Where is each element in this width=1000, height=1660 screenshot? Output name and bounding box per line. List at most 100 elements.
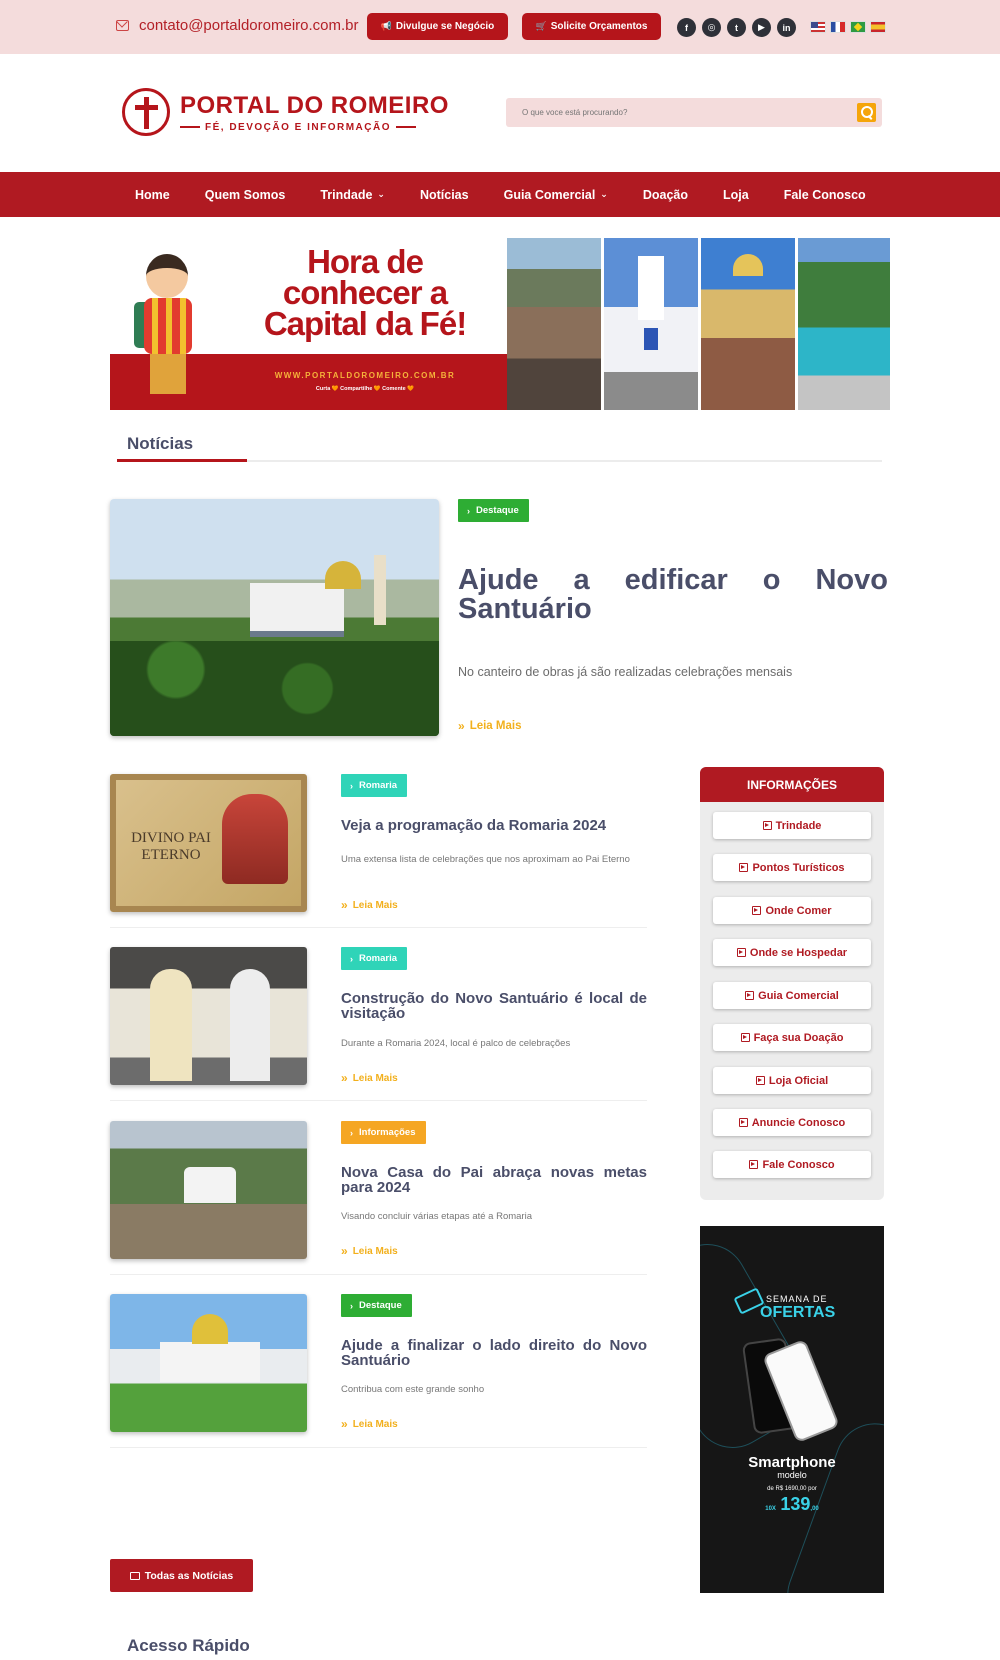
- read-more-link[interactable]: » Leia Mais: [458, 719, 521, 733]
- news-thumbnail[interactable]: [110, 947, 307, 1085]
- search-bar: [506, 98, 882, 127]
- arrow-box-icon: [752, 906, 762, 915]
- read-more-link[interactable]: » Leia Mais: [341, 898, 398, 912]
- nav-item-contact[interactable]: Fale Conosco: [784, 188, 866, 202]
- nav-item-trindade[interactable]: Trindade ⌄: [320, 188, 385, 202]
- featured-title[interactable]: Ajude a edificar o Novo Santuário: [458, 566, 888, 624]
- facebook-icon[interactable]: f: [677, 18, 696, 37]
- flag-french-icon[interactable]: [830, 21, 846, 33]
- read-more-label: Leia Mais: [352, 1072, 398, 1084]
- instagram-icon[interactable]: ◎: [702, 18, 721, 37]
- sidebar-item-label: Anuncie Conosco: [751, 1116, 846, 1129]
- arrow-box-icon: [740, 1033, 750, 1042]
- search-input[interactable]: [506, 98, 846, 127]
- banner-photo-sanctuary: [701, 238, 795, 410]
- banner-headline-line: Hora de: [307, 243, 424, 280]
- chevron-right-icon: ›: [467, 505, 470, 516]
- smartphone-ad[interactable]: SEMANA DE OFERTAS Smartphone modelo de R…: [700, 1226, 884, 1593]
- nav-item-donation[interactable]: Doação: [643, 188, 688, 202]
- all-news-label: Todas as Notícias: [144, 1569, 234, 1582]
- category-badge[interactable]: › Romaria: [341, 947, 408, 970]
- nav-item-business-guide[interactable]: Guia Comercial ⌄: [504, 188, 608, 202]
- ad-price-value: 139: [780, 1494, 811, 1514]
- twitter-icon[interactable]: t: [727, 18, 746, 37]
- chevron-right-icon: ›: [350, 780, 353, 791]
- language-selector: [810, 21, 886, 33]
- nav-label: Fale Conosco: [783, 187, 866, 202]
- sidebar-item-label: Trindade: [775, 819, 822, 832]
- read-more-link[interactable]: » Leia Mais: [341, 1244, 398, 1258]
- site-logo[interactable]: PORTAL DO ROMEIRO FÉ, DEVOÇÃO E INFORMAÇ…: [122, 88, 449, 136]
- banner-photo-crowd: [507, 238, 601, 410]
- news-title[interactable]: Construção do Novo Santuário é local de …: [341, 991, 647, 1021]
- double-chevron-icon: »: [341, 1417, 348, 1431]
- sidebar-item-donate[interactable]: Faça sua Doação: [713, 1024, 871, 1051]
- chevron-right-icon: ›: [350, 1127, 353, 1138]
- banner-headline: Hora de conhecer a Capital da Fé!: [230, 243, 500, 340]
- search-icon[interactable]: [857, 103, 876, 122]
- ad-original-price: de R$ 1690,00 por: [767, 1486, 817, 1492]
- flag-portuguese-icon[interactable]: [850, 21, 866, 33]
- banner-url: WWW.PORTALDOROMEIRO.COM.BR: [274, 371, 456, 380]
- ad-model: modelo: [777, 1470, 807, 1480]
- chevron-down-icon: ⌄: [377, 189, 385, 199]
- chevron-right-icon: ›: [350, 1300, 353, 1311]
- nav-item-news[interactable]: Notícias: [420, 188, 469, 202]
- thumbnail-text: DIVINO PAI ETERNO: [131, 830, 211, 863]
- sidebar-item-business-guide[interactable]: Guia Comercial: [713, 982, 871, 1009]
- news-title[interactable]: Nova Casa do Pai abraça novas metas para…: [341, 1165, 647, 1195]
- double-chevron-icon: »: [341, 1071, 348, 1085]
- section-divider-accent: [117, 459, 247, 462]
- contact-email-text[interactable]: contato@portaldoromeiro.com.br: [139, 17, 359, 34]
- sidebar-item-official-store[interactable]: Loja Oficial: [713, 1067, 871, 1094]
- top-bar: contato@portaldoromeiro.com.br 📢 Divulgu…: [0, 0, 1000, 54]
- request-quote-button[interactable]: 🛒 Solicite Orçamentos: [522, 13, 661, 40]
- news-title[interactable]: Veja a programação da Romaria 2024: [341, 818, 647, 833]
- category-badge[interactable]: › Romaria: [341, 774, 408, 797]
- advertise-business-button[interactable]: 📢 Divulgue se Negócio: [367, 13, 508, 40]
- featured-image[interactable]: [110, 499, 439, 736]
- cart-icon: 🛒: [535, 21, 547, 31]
- flag-spanish-icon[interactable]: [870, 21, 886, 33]
- nav-item-shop[interactable]: Loja: [723, 188, 749, 202]
- sidebar-item-where-to-stay[interactable]: Onde se Hospedar: [713, 939, 871, 966]
- double-chevron-icon: »: [341, 898, 348, 912]
- sidebar-item-contact[interactable]: Fale Conosco: [713, 1151, 871, 1178]
- list-item: DIVINO PAI ETERNO › Romaria Veja a progr…: [110, 774, 647, 928]
- sidebar-item-label: Faça sua Doação: [753, 1031, 844, 1044]
- news-thumbnail[interactable]: [110, 1294, 307, 1432]
- news-title[interactable]: Ajude a finalizar o lado direito do Novo…: [341, 1338, 647, 1368]
- sidebar-item-label: Loja Oficial: [768, 1074, 829, 1087]
- nav-item-home[interactable]: Home: [135, 188, 170, 202]
- sidebar-item-where-to-eat[interactable]: Onde Comer: [713, 897, 871, 924]
- sidebar-item-label: Onde Comer: [765, 904, 832, 917]
- category-badge[interactable]: › Informações: [341, 1121, 426, 1144]
- sidebar-item-trindade[interactable]: Trindade: [713, 812, 871, 839]
- arrow-box-icon: [736, 948, 746, 957]
- hero-banner[interactable]: Hora de conhecer a Capital da Fé! WWW.PO…: [110, 238, 890, 410]
- social-links: f ◎ t ▶ in: [677, 18, 796, 37]
- flag-english-icon[interactable]: [810, 21, 826, 33]
- category-badge[interactable]: › Destaque: [458, 499, 529, 522]
- read-more-label: Leia Mais: [352, 1418, 398, 1430]
- news-thumbnail[interactable]: [110, 1121, 307, 1259]
- youtube-icon[interactable]: ▶: [752, 18, 771, 37]
- read-more-link[interactable]: » Leia Mais: [341, 1071, 398, 1085]
- category-badge[interactable]: › Destaque: [341, 1294, 412, 1317]
- logo-title: PORTAL DO ROMEIRO: [180, 91, 449, 119]
- ad-kicker: SEMANA DE: [766, 1294, 828, 1304]
- banner-cta: Curta 🧡 Compartilhe 🧡 Comente 🧡: [315, 386, 415, 392]
- news-section-title: Notícias: [127, 434, 194, 453]
- news-thumbnail[interactable]: DIVINO PAI ETERNO: [110, 774, 307, 912]
- sidebar-item-tourist-spots[interactable]: Pontos Turísticos: [713, 854, 871, 881]
- all-news-button[interactable]: Todas as Notícias: [110, 1559, 253, 1592]
- linkedin-icon[interactable]: in: [777, 18, 796, 37]
- sidebar-item-advertise[interactable]: Anuncie Conosco: [713, 1109, 871, 1136]
- read-more-link[interactable]: » Leia Mais: [341, 1417, 398, 1431]
- nav-item-about[interactable]: Quem Somos: [205, 188, 286, 202]
- contact-email[interactable]: contato@portaldoromeiro.com.br: [116, 17, 359, 34]
- arrow-box-icon: [745, 991, 755, 1000]
- main-nav: Home Quem Somos Trindade ⌄ Notícias Guia …: [0, 172, 1000, 217]
- featured-description: No canteiro de obras já são realizadas c…: [458, 665, 793, 679]
- ad-product: Smartphone: [748, 1454, 836, 1471]
